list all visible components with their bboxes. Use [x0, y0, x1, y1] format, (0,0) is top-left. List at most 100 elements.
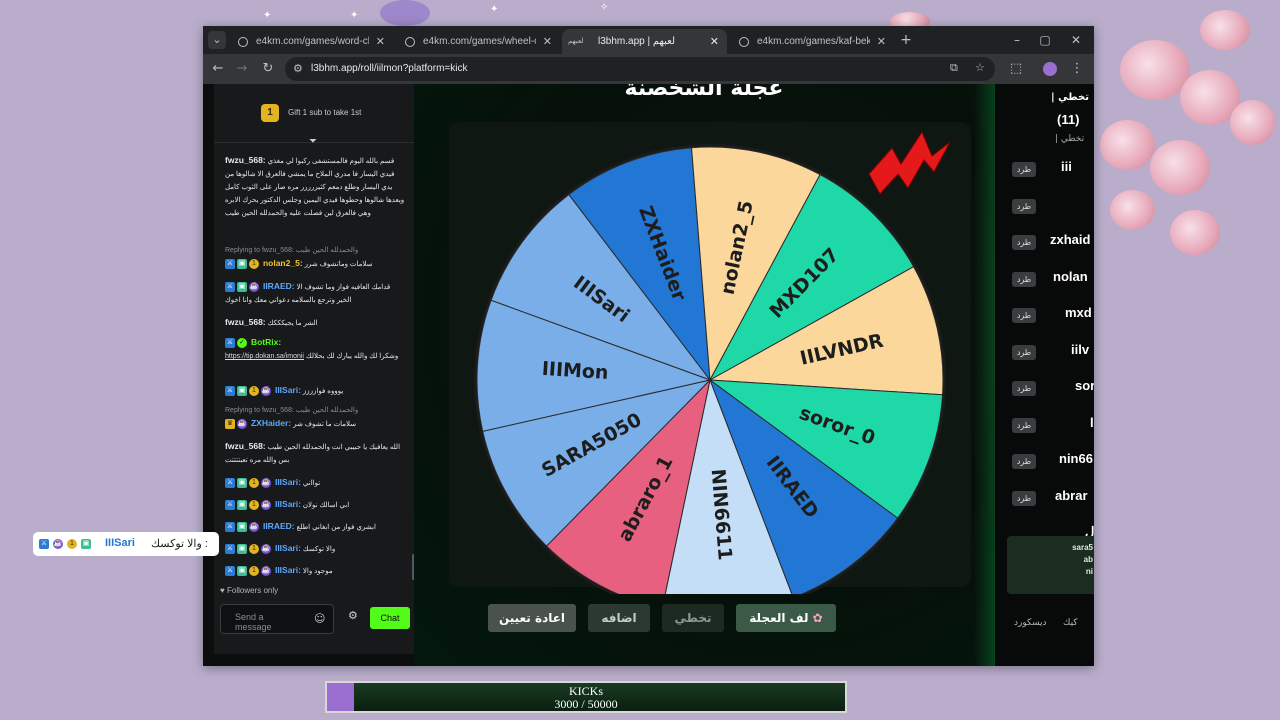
tab-title: e4km.com/games/kaf-bekaf — [757, 36, 870, 47]
chat-text: الشر ما يجيكككك — [267, 320, 318, 327]
pinned-gift-banner[interactable]: 1 Gift 1 sub to take 1st ⏷ — [214, 84, 414, 147]
reply-context: Replying to fwzu_568: والحمدلله الحين طي… — [225, 247, 359, 254]
chat-username[interactable]: fwzu_568 — [225, 155, 263, 165]
reload-icon[interactable]: ↻ — [258, 59, 278, 79]
chat-settings-gear-icon[interactable]: ⚙ — [348, 609, 358, 622]
maximize-icon[interactable]: ▢ — [1031, 29, 1059, 51]
back-icon[interactable]: ← — [208, 59, 228, 79]
tab-kaf-bekaf[interactable]: e4km.com/games/kaf-bekaf ✕ — [729, 29, 894, 54]
add-button[interactable]: اضافه — [588, 604, 650, 632]
skip-button[interactable]: تخطي — [662, 604, 724, 632]
gift-badge-icon: ▣ — [237, 544, 247, 555]
extensions-icon[interactable]: ⬚ — [1006, 59, 1026, 79]
kick-user-button[interactable]: طرد — [1012, 454, 1036, 469]
kick-user-button[interactable]: طرد — [1012, 308, 1036, 323]
skip-list-name: nin66 — [1059, 451, 1093, 466]
coin-badge-icon: 1 — [249, 500, 259, 511]
cup-badge-icon: ☕ — [249, 522, 259, 533]
skip-list-subtitle: | تخطي — [1055, 134, 1085, 144]
translate-icon[interactable]: ⧉ — [950, 61, 958, 75]
collapse-icon[interactable]: ⏷ — [309, 136, 317, 147]
chat-username[interactable]: IIISari — [275, 477, 298, 487]
chat-username[interactable]: IIISari — [275, 499, 298, 509]
globe-icon — [405, 37, 415, 47]
chat-text: وشكرا لك والله يبارك لك بحلالك — [305, 353, 399, 360]
chat-send-button[interactable]: Chat — [370, 607, 410, 629]
close-icon[interactable]: ✕ — [710, 29, 719, 54]
cup-badge-icon: ☕ — [261, 544, 271, 555]
coin-badge-icon: 1 — [249, 478, 259, 489]
skip-list-panel: | تخطي (11) | تخطي طرد iii طرد طرد zxhaid طرد… — [995, 84, 1094, 666]
chat-input[interactable]: Send a message ☺ — [220, 604, 334, 634]
kick-badge-icon: ⚔ — [225, 259, 235, 270]
skip-list-name: iii — [1061, 159, 1072, 174]
chat-username[interactable]: IIISari — [275, 385, 298, 395]
kick-user-button[interactable]: طرد — [1012, 198, 1036, 214]
kick-user-button[interactable]: طرد — [1012, 490, 1036, 506]
kick-link[interactable]: كيك — [1063, 618, 1078, 628]
forward-icon[interactable]: → — [232, 59, 252, 79]
chat-message: fwzu_568: الله يعافيك يا حبيبي انت والحم… — [225, 441, 401, 464]
coin-badge-icon: 1 — [67, 539, 77, 549]
kick-user-button[interactable]: طرد — [1012, 381, 1036, 396]
coin-badge-icon: 1 — [249, 259, 259, 270]
gift-badge-icon: ▣ — [237, 566, 247, 577]
skip-list-name: l — [1090, 414, 1094, 430]
menu-kebab-icon[interactable]: ⋮ — [1067, 59, 1087, 79]
chat-username[interactable]: IIISari — [275, 565, 298, 575]
window-close-icon[interactable]: ✕ — [1062, 29, 1090, 51]
kick-badge-icon: ⚔ — [225, 566, 235, 577]
tab-strip: ⌄ e4km.com/games/word-challe ✕ e4km.com/… — [203, 26, 1094, 54]
chat-username[interactable]: IIRAED — [263, 521, 292, 531]
site-info-icon[interactable]: ⚙ — [293, 62, 303, 75]
wheel-area: عجلة الشخصنة IIISari ZXHaider nolan2_5 MXD1… — [414, 84, 1014, 666]
cup-badge-icon: ☕ — [53, 539, 63, 549]
kick-user-button[interactable]: طرد — [1012, 417, 1036, 433]
profile-avatar[interactable] — [1043, 62, 1057, 76]
url-text: l3bhm.app/roll/iilmon?platform=kick — [311, 63, 468, 74]
chat-username[interactable]: BotRix — [251, 337, 278, 347]
verified-badge-icon: ✓ — [237, 338, 247, 349]
tab-l3bhm[interactable]: لعبهم l3bhm.app | لعبهم ✕ — [562, 29, 727, 54]
close-icon[interactable]: ✕ — [877, 29, 886, 54]
chat-text: والا توكسك — [302, 546, 336, 553]
reset-button[interactable]: اعادة تعيين — [488, 604, 576, 632]
chat-link[interactable]: https://tip.dokan.sa/imonii — [225, 353, 304, 360]
chat-username[interactable]: nolan2_5 — [263, 258, 300, 268]
tab-wheel-of-fate[interactable]: e4km.com/games/wheel-of-fat ✕ — [395, 29, 560, 54]
kick-user-button[interactable]: طرد — [1012, 271, 1036, 287]
rank-badge: 1 — [261, 104, 279, 122]
chat-text: توااني — [302, 480, 321, 487]
kick-user-button[interactable]: طرد — [1012, 235, 1036, 250]
new-tab-icon[interactable]: + — [897, 31, 915, 49]
minimize-icon[interactable]: – — [1003, 29, 1031, 51]
winner-name: sara5 — [1072, 543, 1093, 552]
chat-username[interactable]: IIISari — [275, 543, 298, 553]
tab-search-icon[interactable]: ⌄ — [208, 31, 226, 49]
emoji-icon[interactable]: ☺ — [314, 612, 325, 625]
tab-word-challenge[interactable]: e4km.com/games/word-challe ✕ — [228, 29, 393, 54]
spin-wheel[interactable]: IIISari ZXHaider nolan2_5 MXD107IILVNDRsoro… — [414, 84, 995, 594]
gift-badge-icon: ▣ — [237, 478, 247, 489]
kick-badge-icon: ⚔ — [225, 544, 235, 555]
chat-message: Replying to fwzu_568: والحمدلله الحين طي… — [225, 244, 405, 271]
chat-username[interactable]: IIRAED — [263, 281, 292, 291]
tab-title: e4km.com/games/word-challe — [256, 36, 369, 47]
chat-username[interactable]: ZXHaider — [251, 418, 288, 428]
chat-username[interactable]: fwzu_568 — [225, 317, 263, 327]
bookmark-star-icon[interactable]: ☆ — [975, 61, 985, 74]
chat-username[interactable]: fwzu_568 — [225, 441, 263, 451]
wheel-pointer-icon — [868, 130, 951, 195]
kick-user-button[interactable]: طرد — [1012, 162, 1036, 177]
skip-list-count: (11) — [1057, 112, 1080, 127]
kick-user-button[interactable]: طرد — [1012, 344, 1036, 360]
close-icon[interactable]: ✕ — [543, 29, 552, 54]
close-icon[interactable]: ✕ — [376, 29, 385, 54]
kicks-value: 3000 / 50000 — [554, 697, 618, 711]
address-bar[interactable]: ⚙ l3bhm.app/roll/iilmon?platform=kick ⧉ … — [285, 57, 995, 81]
gift-badge-icon: ▣ — [237, 522, 247, 533]
browser-window: ⌄ e4km.com/games/word-challe ✕ e4km.com/… — [203, 26, 1094, 666]
gift-badge-icon: ▣ — [81, 539, 91, 549]
spin-button[interactable]: لف العجلة ✿ — [736, 604, 836, 632]
discord-link[interactable]: ديسكورد — [1014, 618, 1047, 628]
